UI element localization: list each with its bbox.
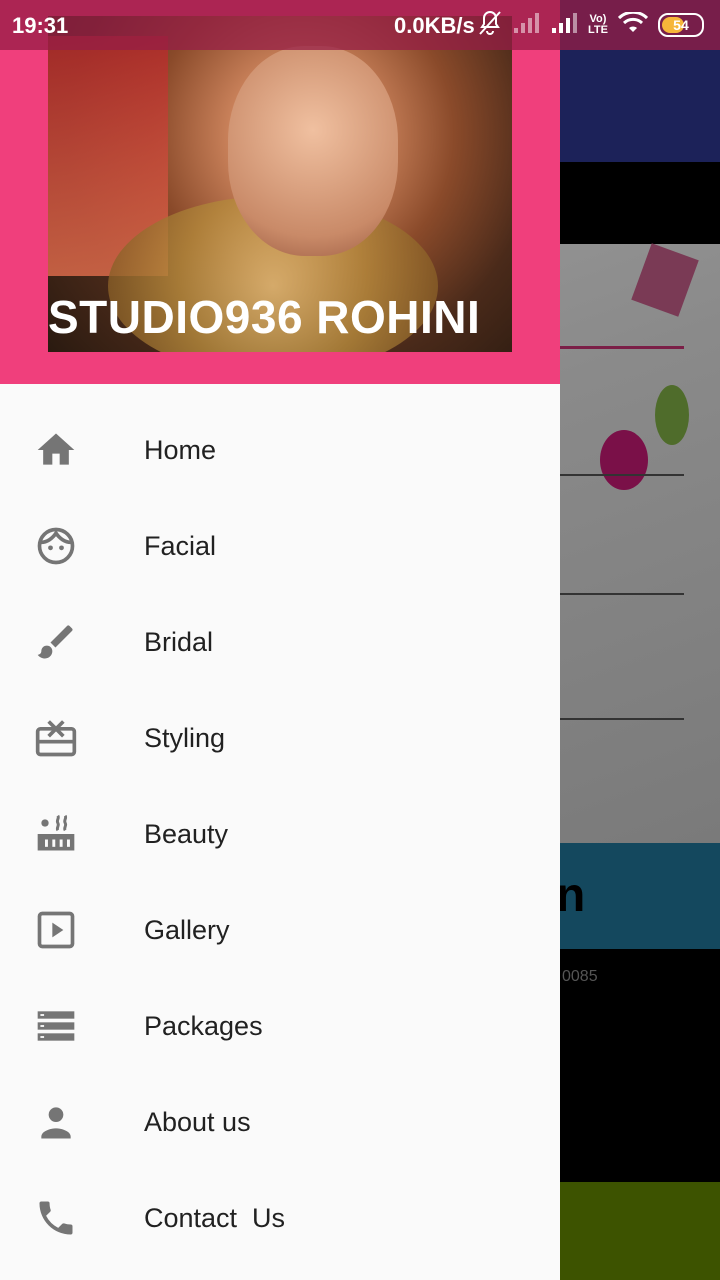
background-band-text: n	[556, 869, 586, 922]
volte-lte-indicator: Vo) LTE	[588, 14, 608, 36]
drawer-header: STUDIO936 ROHINI	[0, 0, 560, 384]
background-decor	[655, 385, 689, 445]
phone-icon	[34, 1196, 78, 1240]
menu-item-home[interactable]: Home	[0, 402, 560, 498]
play-box-icon	[34, 908, 78, 952]
status-icons: Vo) LTE 54	[478, 10, 704, 40]
menu-item-about-us[interactable]: About us	[0, 1074, 560, 1170]
hot-tub-icon	[34, 812, 78, 856]
menu-item-label: Gallery	[144, 914, 230, 945]
signal-weak-icon	[512, 12, 540, 39]
menu-item-label: Beauty	[144, 818, 229, 849]
drawer-title: STUDIO936 ROHINI	[48, 291, 481, 343]
storage-icon	[34, 1004, 78, 1048]
background-divider	[560, 593, 684, 595]
menu-item-label: Contact Us	[144, 1202, 286, 1233]
menu-item-label: About us	[144, 1106, 251, 1137]
battery-icon: 54	[657, 13, 704, 37]
navigation-drawer: STUDIO936 ROHINI Home Facial Bridal Styl…	[0, 0, 560, 1280]
menu-item-styling[interactable]: Styling	[0, 690, 560, 786]
status-time: 19:31	[12, 13, 69, 38]
network-speed: 0.0KB/s	[394, 13, 475, 38]
menu-item-gallery[interactable]: Gallery	[0, 882, 560, 978]
background-divider	[560, 718, 684, 720]
card-giftcard-icon	[34, 716, 78, 760]
home-icon	[34, 428, 78, 472]
background-decor	[600, 430, 648, 490]
signal-icon	[550, 12, 578, 39]
menu-item-label: Facial	[144, 530, 217, 561]
notification-off-icon	[478, 10, 502, 41]
face-icon	[34, 524, 78, 568]
battery-level: 54	[673, 17, 689, 33]
menu-item-packages[interactable]: Packages	[0, 978, 560, 1074]
brush-icon	[34, 620, 78, 664]
lte-label: LTE	[588, 24, 608, 36]
menu-item-bridal[interactable]: Bridal	[0, 594, 560, 690]
drawer-menu: Home Facial Bridal Styling Beauty Galler…	[0, 402, 560, 1266]
menu-item-contact-us[interactable]: Contact Us	[0, 1170, 560, 1266]
background-divider	[560, 346, 684, 349]
menu-item-label: Packages	[144, 1010, 263, 1041]
wifi-icon	[617, 10, 649, 39]
person-icon	[34, 1100, 78, 1144]
menu-item-label: Home	[144, 434, 217, 465]
menu-item-facial[interactable]: Facial	[0, 498, 560, 594]
menu-item-label: Styling	[144, 722, 226, 753]
menu-item-label: Bridal	[144, 626, 214, 657]
background-divider	[560, 474, 684, 476]
menu-item-beauty[interactable]: Beauty	[0, 786, 560, 882]
status-bar: 19:31 0.0KB/s Vo) LTE 54	[0, 0, 720, 50]
background-phone-text: 0085	[562, 968, 598, 985]
